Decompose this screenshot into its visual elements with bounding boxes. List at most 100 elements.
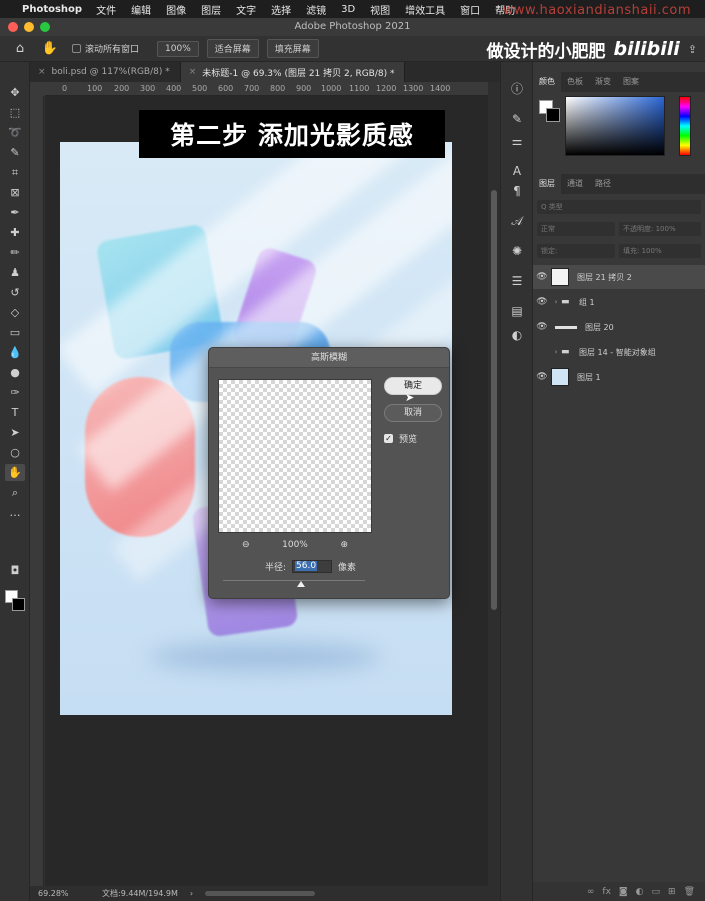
vertical-ruler[interactable] — [30, 96, 44, 886]
layer-row[interactable]: 👁 › ▬ 组 1 — [533, 290, 705, 314]
color-picker-field[interactable] — [565, 96, 665, 156]
move-tool-icon[interactable]: ✥ — [5, 84, 25, 101]
light-icon[interactable]: ✺ — [507, 242, 527, 260]
menu-3d[interactable]: 3D — [341, 4, 355, 15]
tab-channels[interactable]: 通道 — [561, 174, 589, 194]
frame-tool-icon[interactable]: ⊠ — [5, 184, 25, 201]
close-tab-icon[interactable]: × — [38, 67, 46, 77]
chevron-right-icon[interactable]: › — [551, 298, 561, 306]
tab-color[interactable]: 颜色 — [533, 72, 561, 92]
history-brush-tool-icon[interactable]: ↺ — [5, 284, 25, 301]
properties-icon[interactable]: ☰ — [507, 272, 527, 290]
lock-controls[interactable]: 锁定: — [537, 244, 615, 258]
hue-slider[interactable] — [679, 96, 691, 156]
crop-tool-icon[interactable]: ⌗ — [5, 164, 25, 181]
tab-swatches[interactable]: 色板 — [561, 72, 589, 92]
tab-patterns[interactable]: 图案 — [617, 72, 645, 92]
new-layer-icon[interactable]: ⊞ — [668, 887, 676, 897]
gradient-tool-icon[interactable]: ▭ — [5, 324, 25, 341]
brush-tool-icon[interactable]: ✏ — [5, 244, 25, 261]
home-icon[interactable]: ⌂ — [8, 41, 32, 56]
canvas-horizontal-scrollbar[interactable] — [205, 891, 316, 896]
more-tools-icon[interactable]: … — [5, 504, 25, 521]
new-group-icon[interactable]: ▭ — [652, 887, 661, 897]
layer-row[interactable]: 👁 图层 21 拷贝 2 — [533, 265, 705, 289]
chevron-right-icon[interactable]: › — [190, 889, 193, 898]
path-select-tool-icon[interactable]: ➤ — [5, 424, 25, 441]
radius-slider[interactable] — [223, 580, 365, 587]
share-icon[interactable]: ⇪ — [688, 43, 697, 56]
tab-gradients[interactable]: 渐变 — [589, 72, 617, 92]
visibility-eye-icon[interactable]: 👁 — [533, 372, 551, 382]
canvas-vertical-scrollbar[interactable] — [488, 82, 500, 886]
adjustments-icon[interactable]: ◐ — [507, 326, 527, 344]
layer-name[interactable]: 图层 20 — [585, 322, 614, 333]
menu-type[interactable]: 文字 — [236, 2, 256, 17]
close-tab-icon[interactable]: × — [189, 67, 197, 77]
adjustment-layer-icon[interactable]: ◐ — [636, 887, 644, 897]
menu-app-name[interactable]: Photoshop — [22, 4, 82, 15]
pen-tool-icon[interactable]: ✑ — [5, 384, 25, 401]
tab-untitled[interactable]: × 未标题-1 @ 69.3% (图层 21 拷贝 2, RGB/8) * — [180, 62, 406, 82]
stamp-tool-icon[interactable]: ♟ — [5, 264, 25, 281]
menu-select[interactable]: 选择 — [271, 2, 291, 17]
tab-paths[interactable]: 路径 — [589, 174, 617, 194]
fill-field[interactable]: 填充: 100% — [619, 244, 701, 258]
menu-window[interactable]: 窗口 — [460, 2, 480, 17]
slider-knob[interactable] — [297, 581, 306, 587]
menu-view[interactable]: 视图 — [370, 2, 390, 17]
add-mask-icon[interactable]: ◙ — [619, 887, 628, 897]
lasso-tool-icon[interactable]: ➰ — [5, 124, 25, 141]
layer-row[interactable]: 👁 图层 20 — [533, 315, 705, 339]
marquee-tool-icon[interactable]: ⬚ — [5, 104, 25, 121]
dialog-title[interactable]: 高斯模糊 — [209, 348, 449, 368]
layer-row[interactable]: 👁 图层 1 — [533, 365, 705, 389]
menu-file[interactable]: 文件 — [96, 2, 116, 17]
layer-name[interactable]: 图层 21 拷贝 2 — [577, 272, 632, 283]
menu-layer[interactable]: 图层 — [201, 2, 221, 17]
zoom-tool-icon[interactable]: ⌕ — [5, 484, 25, 501]
brush-settings-icon[interactable]: ✎ — [507, 110, 527, 128]
zoom-100-button[interactable]: 100% — [157, 40, 199, 57]
blur-preview[interactable] — [218, 379, 372, 533]
layer-kind-filter[interactable]: Q 类型 — [537, 200, 701, 214]
layer-name[interactable]: 图层 1 — [577, 372, 601, 383]
eraser-tool-icon[interactable]: ◇ — [5, 304, 25, 321]
quick-mask-icon[interactable]: ◘ — [5, 562, 25, 579]
opacity-field[interactable]: 不透明度: 100% — [619, 222, 701, 236]
zoom-in-icon[interactable]: ⊕ — [340, 540, 348, 550]
shape-tool-icon[interactable]: ○ — [5, 444, 25, 461]
color-panel-background[interactable] — [546, 108, 560, 122]
scrollbar-thumb[interactable] — [491, 190, 497, 610]
link-layers-icon[interactable]: ∞ — [587, 887, 595, 897]
character-icon[interactable]: A — [507, 162, 527, 180]
checkmark-icon[interactable]: ✓ — [384, 434, 393, 443]
cancel-button[interactable]: 取消 — [384, 404, 442, 422]
blend-mode-select[interactable]: 正常 — [537, 222, 615, 236]
eyedropper-tool-icon[interactable]: ✒ — [5, 204, 25, 221]
chevron-right-icon[interactable]: › — [551, 348, 561, 356]
blur-tool-icon[interactable]: 💧 — [5, 344, 25, 361]
scroll-all-checkbox[interactable] — [72, 44, 81, 53]
visibility-eye-icon[interactable]: 👁 — [533, 297, 551, 307]
menu-filter[interactable]: 滤镜 — [306, 2, 326, 17]
trash-icon[interactable]: 🗑 — [684, 887, 695, 897]
fit-screen-button[interactable]: 适合屏幕 — [206, 39, 259, 58]
libraries-icon[interactable]: ▤ — [507, 302, 527, 320]
layer-name[interactable]: 图层 14 - 智能对象组 — [579, 347, 656, 358]
zoom-out-icon[interactable]: ⊖ — [242, 540, 250, 550]
fill-screen-button[interactable]: 填充屏幕 — [266, 39, 319, 58]
fx-icon[interactable]: fx — [602, 887, 611, 897]
dodge-tool-icon[interactable]: ● — [5, 364, 25, 381]
hand-tool-icon[interactable]: ✋ — [5, 464, 25, 481]
menu-image[interactable]: 图像 — [166, 2, 186, 17]
preview-checkbox[interactable]: ✓ 预览 — [384, 432, 417, 445]
quick-select-tool-icon[interactable]: ✎ — [5, 144, 25, 161]
visibility-eye-icon[interactable]: 👁 — [533, 272, 551, 282]
healing-tool-icon[interactable]: ✚ — [5, 224, 25, 241]
horizontal-ruler[interactable]: 0 100 200 300 400 500 600 700 800 900 10… — [45, 82, 488, 96]
tab-layers[interactable]: 图层 — [533, 174, 561, 194]
status-zoom[interactable]: 69.28% — [38, 889, 98, 898]
layer-name[interactable]: 组 1 — [579, 297, 595, 308]
info-icon[interactable]: ⓘ — [507, 80, 527, 98]
